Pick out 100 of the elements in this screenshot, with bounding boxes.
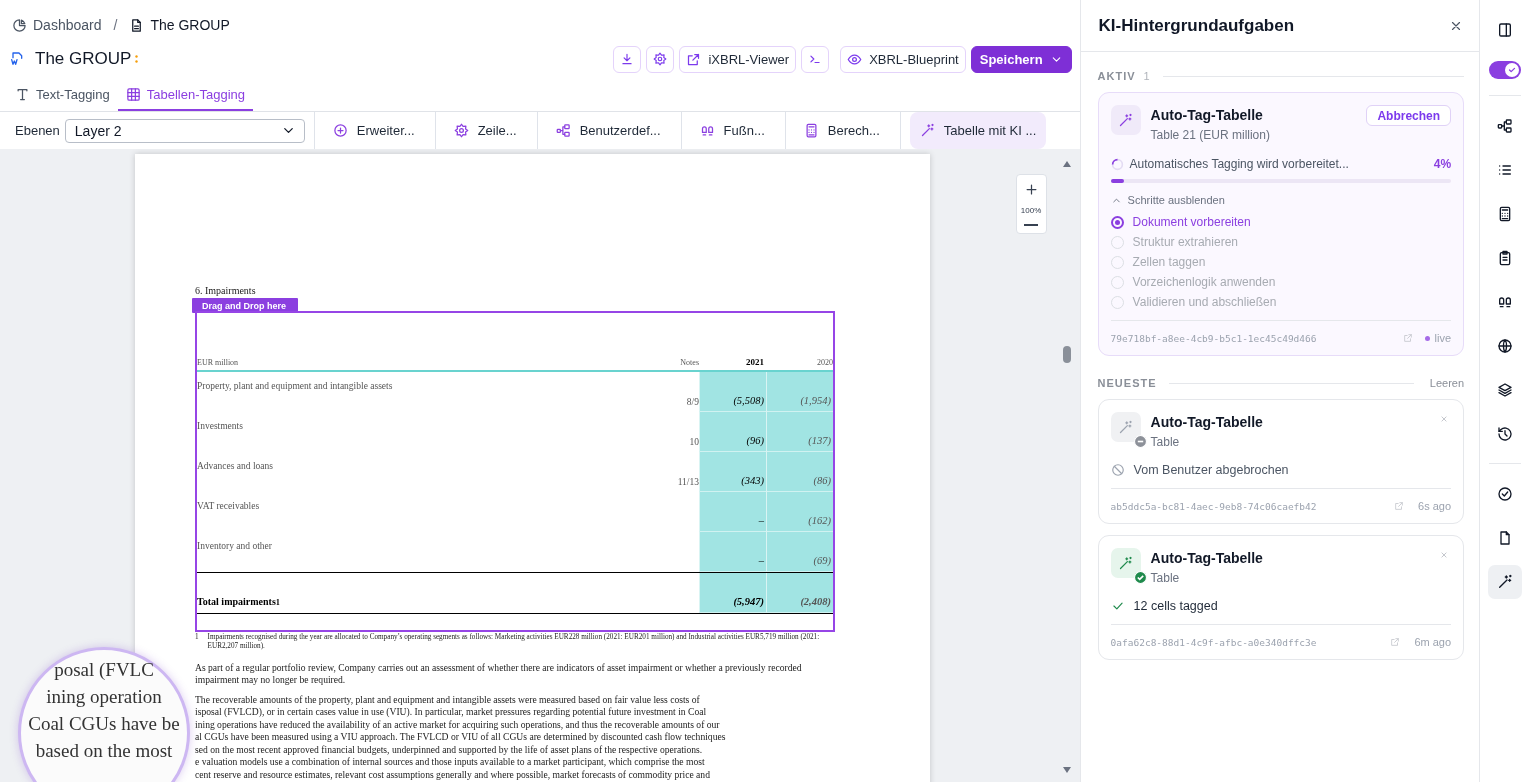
paragraph: As part of a regular portfolio review, Company carries out an assessment of whether there are indicators of asset impairment or whether a previously recorded impairment may no longer be required. xyxy=(195,662,803,687)
table-cell-text: VAT receivables xyxy=(197,500,261,513)
magnified-text: Coal CGUs have be xyxy=(28,712,180,736)
magnified-text: based on the most xyxy=(35,739,173,763)
table-cell: (162) xyxy=(766,492,833,532)
table-cell-text: 10 xyxy=(688,436,699,449)
task-message: Vom Benutzer abgebrochen xyxy=(1133,463,1289,477)
external-link-icon xyxy=(686,51,702,67)
task-title: Auto-Tag-Tabelle xyxy=(1150,550,1264,566)
table-cell: – xyxy=(699,532,766,572)
section-heading: 6. Impairments xyxy=(195,285,257,296)
check-circle-icon xyxy=(1497,486,1514,502)
minus-badge-icon xyxy=(1133,435,1147,448)
tab[interactable]: Tabellen-Tagging xyxy=(117,87,253,111)
scrollbar[interactable] xyxy=(1061,159,1072,775)
table-cell: (2,408) xyxy=(766,573,833,613)
download-button[interactable] xyxy=(613,45,642,73)
table-cell-text: Property, plant and equipment and intangible assets xyxy=(197,380,394,393)
task-title: Auto-Tag-Tabelle xyxy=(1150,107,1264,123)
download-icon xyxy=(620,52,635,66)
paragraph-line: al CGUs have been measured using a VIU approach. The FVLCD or VIU of all CGUs are determined by discounted cash flow techniques xyxy=(195,731,727,744)
steps-toggle[interactable]: Schritte ausblenden xyxy=(1110,194,1225,206)
table-cell: (5,508) xyxy=(699,372,766,412)
table-cell: (137) xyxy=(766,412,833,452)
task-message: 12 cells tagged xyxy=(1133,599,1218,613)
tab[interactable]: Text-Tagging xyxy=(7,87,118,111)
external-link-icon xyxy=(1402,333,1413,343)
list-icon xyxy=(1497,162,1514,178)
magnified-text: posal (FVLC xyxy=(54,658,154,682)
toolbar-button[interactable]: Tabelle mit KI ... xyxy=(909,112,1047,149)
live-dot xyxy=(1424,335,1430,341)
document-title: The GROUP xyxy=(35,49,132,69)
task-id: 79e718bf-a8ee-4cb9-b5c1-1ec45c49d466 xyxy=(1110,332,1318,344)
eye-icon xyxy=(847,51,863,67)
footprints-icon xyxy=(699,123,715,138)
table-cell: – xyxy=(699,492,766,532)
globe-icon xyxy=(1497,338,1514,354)
save-button[interactable]: Speichern xyxy=(970,45,1072,73)
task-count: 1 xyxy=(1143,70,1151,82)
table-cell-text: 11/13 xyxy=(676,476,699,489)
task-subtitle: Table 21 (EUR million) xyxy=(1150,128,1271,142)
sidebar-icon xyxy=(1497,22,1514,38)
column-header: 2020 xyxy=(816,358,833,369)
wand-icon xyxy=(1118,112,1134,128)
task-id: 0afa62c8-88d1-4c9f-afbc-a0e340dffc3e xyxy=(1110,636,1318,648)
magnified-text: ining operation xyxy=(46,685,162,709)
plus-circle-icon xyxy=(332,123,348,138)
step-label: Validieren und abschließen xyxy=(1132,295,1277,309)
toggle-switch[interactable] xyxy=(1489,61,1522,79)
task-subtitle: Table xyxy=(1150,571,1181,585)
column-header: EUR million xyxy=(197,358,240,369)
table-cell: (343) xyxy=(699,452,766,492)
task-time: 6s ago xyxy=(1418,500,1452,512)
zoom-level: 100% xyxy=(1020,205,1042,217)
progress-percent: 4% xyxy=(1433,157,1452,171)
section-heading: NEUESTE xyxy=(1097,377,1157,389)
task-time: 6m ago xyxy=(1414,636,1452,648)
table-selection[interactable] xyxy=(195,311,835,632)
step-label: Zellen taggen xyxy=(1132,255,1206,269)
paragraph-line: ining operations have reduced the availability of an active market for acquiring such operations, and thus the recoverable amounts of our xyxy=(195,718,721,732)
history-icon xyxy=(1497,426,1514,442)
settings-button[interactable] xyxy=(646,45,675,73)
table-cell: (86) xyxy=(766,452,833,492)
cancel-button[interactable]: Abbrechen xyxy=(1366,105,1452,126)
spinner-icon xyxy=(1110,157,1124,171)
task-status: Automatisches Tagging wird vorbereitet... xyxy=(1129,157,1349,171)
wand-icon xyxy=(1118,555,1134,571)
table-cell: (69) xyxy=(766,532,833,572)
hierarchy-icon xyxy=(555,123,571,138)
external-link-icon xyxy=(1390,637,1401,647)
blueprint-button[interactable]: XBRL-Blueprint xyxy=(840,45,966,73)
viewer-button[interactable]: iXBRL-Viewer xyxy=(679,45,797,73)
table-icon xyxy=(125,86,141,102)
task-title: Auto-Tag-Tabelle xyxy=(1150,414,1264,430)
paragraph-line: e valuation models use a combination of internal sources and those inputs available to a market participant, which comprise the most xyxy=(195,756,706,769)
close-icon xyxy=(1439,414,1450,424)
breadcrumb-link[interactable]: The GROUP xyxy=(129,17,230,33)
table-cell-text: Inventory and other xyxy=(197,540,273,553)
wand-icon xyxy=(1497,574,1514,590)
footprints-icon xyxy=(1497,294,1514,310)
plus-icon xyxy=(1023,182,1039,197)
live-label: live xyxy=(1434,332,1452,344)
column-header: 2021 xyxy=(745,357,765,369)
calculator-icon xyxy=(803,123,819,138)
close-icon xyxy=(1439,550,1450,560)
settings-icon xyxy=(653,52,668,66)
table-cell: (1,954) xyxy=(766,372,833,412)
paragraph-line: cent reserve and resource estimates, relevant cost assumptions generally and where possible, market forecasts of commodity price and xyxy=(195,768,711,782)
panel-title: KI-Hintergrundaufgaben xyxy=(1098,15,1295,36)
layer-dropdown[interactable]: Layer 2 xyxy=(64,118,305,143)
word-file-icon xyxy=(9,51,25,67)
ban-icon xyxy=(1110,463,1125,477)
check-icon xyxy=(1507,65,1518,75)
layers-icon xyxy=(1497,382,1514,398)
paragraph-line: sed on the most recent approved financial budgets, underpinned and supported by the life of asset plans of the respective operations. xyxy=(195,743,704,757)
breadcrumb-link[interactable]: Dashboard xyxy=(12,17,102,33)
success-badge-icon xyxy=(1133,571,1147,584)
pie-chart-icon xyxy=(12,17,27,33)
table-cell: (96) xyxy=(699,412,766,452)
paragraph-line: The recoverable amounts of the property, plant and equipment and intangible assets were measured based on fair value less costs of xyxy=(195,693,701,707)
